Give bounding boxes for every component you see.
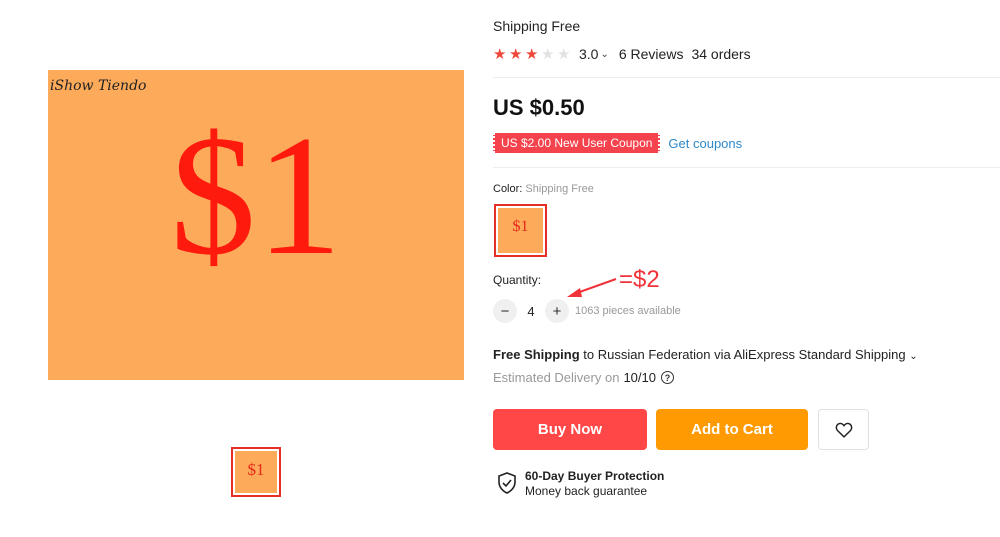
chevron-down-icon[interactable]: ⌄ [909,351,917,362]
free-shipping-label: Free Shipping [493,347,580,362]
quantity-label: Quantity: [493,273,542,287]
price-annotation: =$2 [619,266,660,293]
buyer-protection-subtitle: Money back guarantee [525,484,648,498]
reviews-link[interactable]: 6 Reviews [619,46,684,62]
product-price: US $0.50 [493,95,585,120]
coupon-row: US $2.00 New User Coupon Get coupons [493,133,742,153]
wishlist-button[interactable] [818,409,869,450]
new-user-coupon-badge[interactable]: US $2.00 New User Coupon [493,133,661,153]
rating-stars: ★ ★ ★ ★ ★ [493,47,573,62]
main-product-image[interactable]: iShow Tiendo $1 [48,70,464,380]
rating-row: ★ ★ ★ ★ ★ 3.0 ⌄ 6 Reviews 34 orders [493,45,751,63]
shield-check-icon [498,472,516,494]
estimated-delivery: Estimated Delivery on 10/10 ? [493,370,674,385]
star-filled-icon: ★ [493,45,507,63]
color-option-price-text: $1 [512,218,529,235]
chevron-down-icon[interactable]: ⌄ [600,49,608,60]
thumbnail-price-text: $1 [247,460,265,479]
star-empty-icon: ★ [557,45,571,63]
buyer-protection-title: 60-Day Buyer Protection [525,469,665,483]
color-value: Shipping Free [525,183,594,195]
estimated-delivery-date: 10/10 [623,370,656,385]
buyer-protection: 60-Day Buyer Protection Money back guara… [497,469,664,498]
pieces-available-text: 1063 pieces available [575,305,681,317]
shipping-info[interactable]: Free Shipping to Russian Federation via … [493,347,918,362]
color-label-text: Color: [493,183,523,195]
quantity-decrease-button[interactable]: − [493,299,517,323]
product-title: Shipping Free [493,18,581,34]
buy-now-button[interactable]: Buy Now [493,409,647,450]
main-image-price-text: $1 [170,101,342,291]
star-filled-icon: ★ [509,45,523,63]
divider [493,167,1000,168]
rating-value[interactable]: 3.0 [579,46,598,62]
quantity-increase-button[interactable]: + [545,299,569,323]
help-icon[interactable]: ? [661,371,674,384]
color-option-selected[interactable]: $1 [494,204,547,257]
quantity-input[interactable]: 4 [517,304,545,319]
star-filled-icon: ★ [525,45,539,63]
add-to-cart-button[interactable]: Add to Cart [656,409,808,450]
gallery-thumbnail[interactable]: $1 [231,447,281,497]
quantity-stepper: − 4 + 1063 pieces available [493,299,681,323]
color-label: Color: Shipping Free [493,183,594,195]
divider [493,77,1000,78]
brand-watermark: iShow Tiendo [50,78,147,94]
shipping-detail: to Russian Federation via AliExpress Sta… [579,347,906,362]
estimated-delivery-label: Estimated Delivery on [493,370,620,385]
orders-count: 34 orders [691,46,751,62]
annotation-arrow-icon [567,278,617,297]
star-empty-icon: ★ [541,45,555,63]
get-coupons-link[interactable]: Get coupons [668,136,742,151]
heart-icon [835,422,852,438]
